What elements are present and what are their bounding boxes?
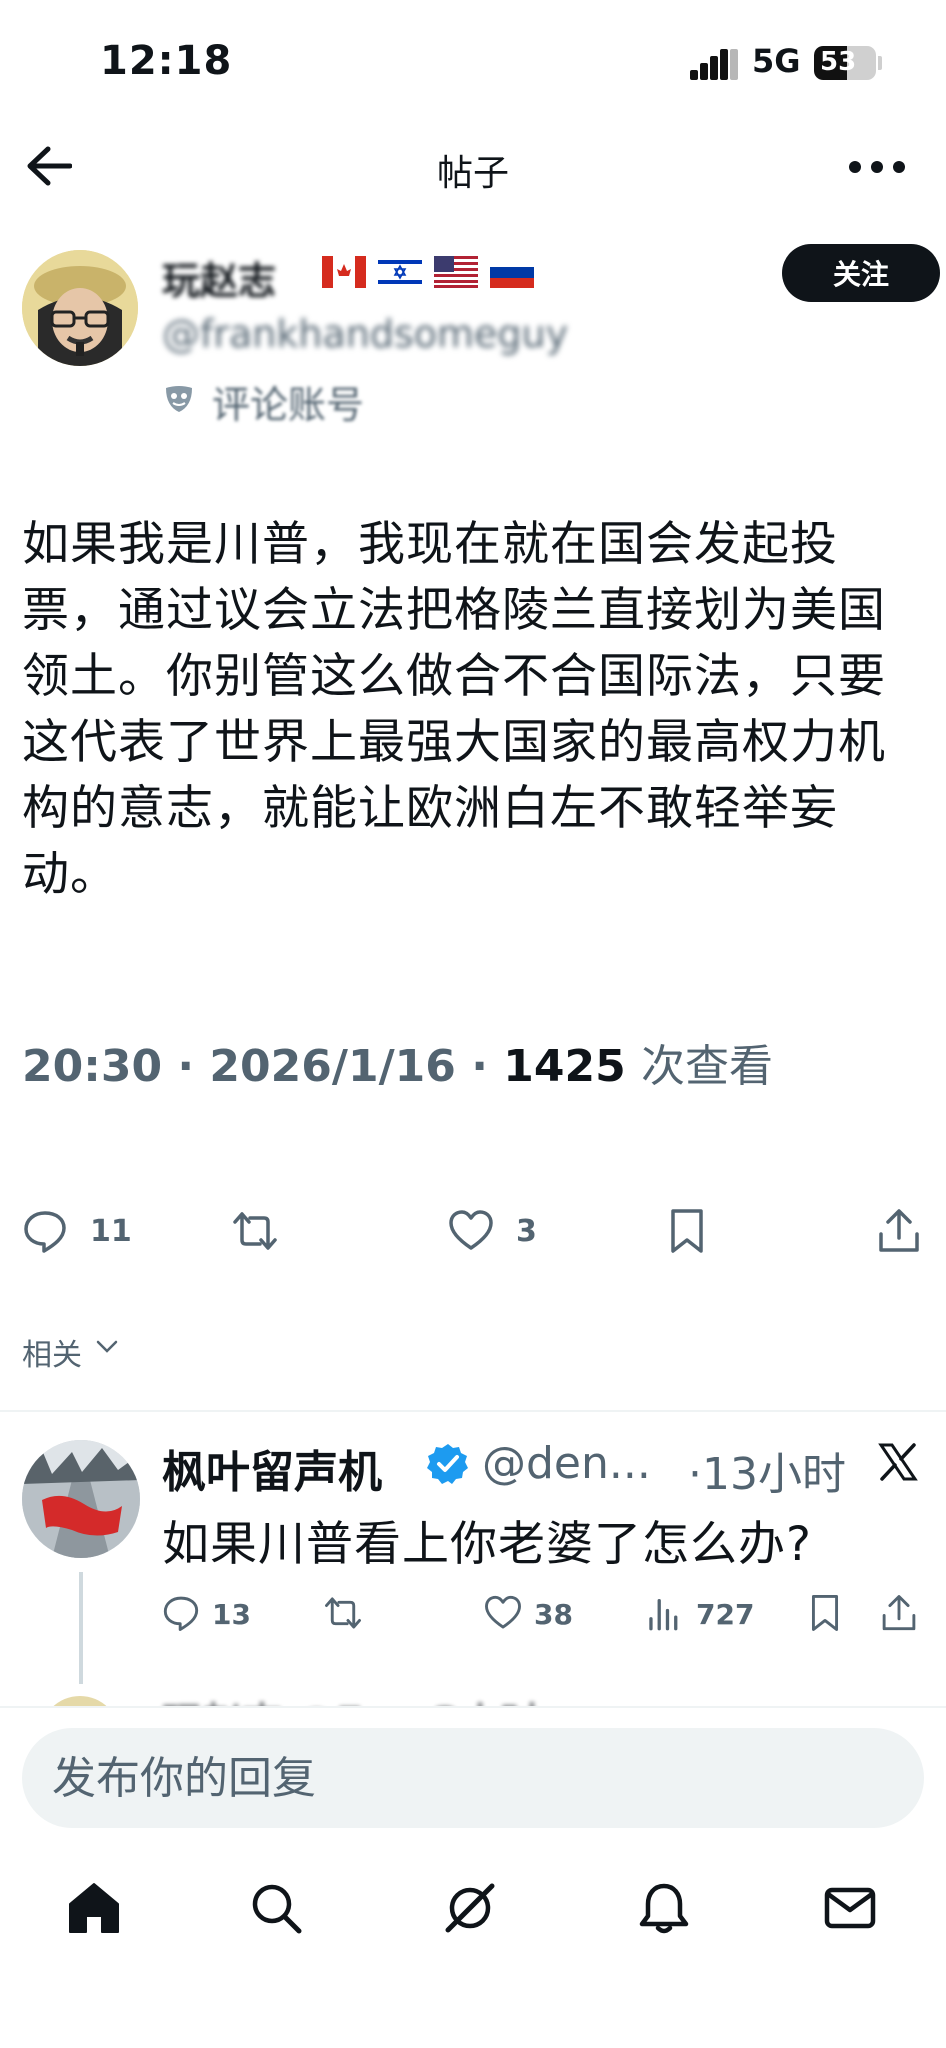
reply-time: ·13小时 [688,1449,846,1500]
author-handle[interactable]: @frankhandsomeguy [162,312,568,356]
search-icon[interactable] [248,1880,304,1936]
author-display-name[interactable]: 玩赵志 [162,250,276,305]
flag-usa-icon [434,256,478,288]
post-text: 如果我是川普，我现在就在国会发起投票，通过议会立法把格陵兰直接划为美国领土。你别… [22,517,886,902]
reply-like-count: 38 [534,1598,573,1631]
author-avatar[interactable] [22,250,138,366]
flag-israel-icon [378,256,422,288]
notifications-icon[interactable] [636,1880,692,1936]
post-meta: 20:30 · 2026/1/16 · 1425 次查看 [22,1030,773,1094]
views-icon[interactable] [646,1594,684,1632]
more-horizontal-icon[interactable] [848,160,906,174]
x-logo-icon [878,1443,918,1481]
like-icon[interactable] [484,1594,522,1632]
reply-avatar-image [22,1440,140,1558]
share-icon[interactable] [880,1594,918,1632]
reply-views-count: 727 [696,1598,755,1631]
follow-button[interactable]: 关注 [782,244,940,302]
account-label: 评论账号 [212,383,365,427]
bookmark-icon[interactable] [806,1594,844,1632]
bookmark-icon[interactable] [664,1208,710,1254]
retweet-icon[interactable] [232,1208,278,1254]
chevron-down-icon[interactable] [96,1340,118,1354]
battery-tip [878,56,882,70]
like-icon[interactable] [448,1208,494,1254]
reply-input[interactable] [22,1728,924,1828]
status-time: 12:18 [100,38,233,84]
tab-bar [0,1844,946,2048]
divider [0,1410,946,1412]
views-count: 1425 [503,1041,626,1092]
home-icon[interactable] [66,1880,122,1936]
reply-count: 11 [90,1214,132,1249]
reply-reply-count: 13 [212,1598,251,1631]
reply-display-name[interactable]: 枫叶留声机 [162,1436,382,1500]
meta-separator: · [162,1041,210,1092]
like-count: 3 [516,1214,537,1249]
retweet-icon[interactable] [324,1594,362,1632]
reply-handle[interactable]: @den... [482,1438,651,1489]
signal-icon [690,49,738,80]
battery-icon: 53 [814,46,876,80]
grok-icon[interactable] [442,1880,498,1936]
page-title: 帖子 [436,153,509,194]
meta-separator: · [455,1041,504,1092]
reply-icon[interactable] [22,1208,68,1254]
flag-russia-icon [490,256,534,288]
verified-badge-icon [427,1444,468,1484]
reply-avatar[interactable] [22,1440,140,1558]
post-date: 2026/1/16 [209,1041,456,1092]
theater-mask-icon [166,386,192,412]
related-toggle[interactable]: 相关 [22,1330,82,1374]
views-label: 次查看 [641,1041,774,1092]
avatar-illustration [22,250,138,366]
flag-canada-icon [322,256,366,288]
post-time: 20:30 [22,1041,163,1092]
reply-icon[interactable] [162,1594,200,1632]
share-icon[interactable] [876,1208,922,1254]
battery-level: 53 [820,47,857,77]
network-label: 5G [752,42,801,80]
reply-text: 如果川普看上你老婆了怎么办? [162,1517,812,1572]
messages-icon[interactable] [822,1880,878,1936]
thread-line [79,1572,83,1684]
